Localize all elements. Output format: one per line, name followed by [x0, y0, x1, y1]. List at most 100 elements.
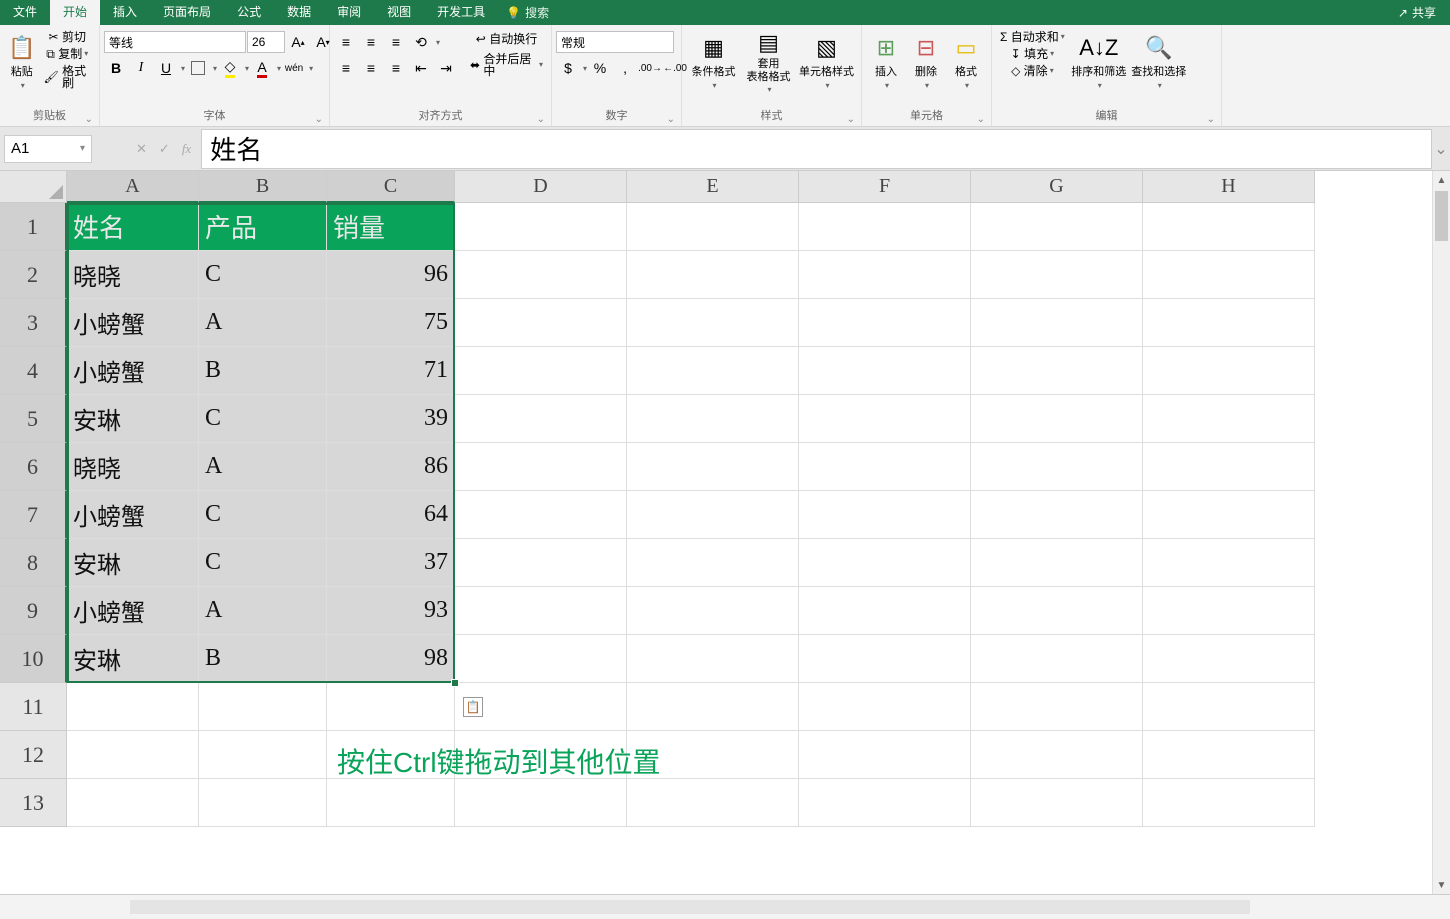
scroll-thumb[interactable] — [1435, 191, 1448, 241]
cell-D6[interactable] — [455, 443, 627, 491]
cell-A1[interactable]: 姓名 — [67, 203, 199, 251]
cell-E10[interactable] — [627, 635, 799, 683]
cell-F5[interactable] — [799, 395, 971, 443]
cell-F1[interactable] — [799, 203, 971, 251]
cell-G9[interactable] — [971, 587, 1143, 635]
vertical-scrollbar[interactable]: ▲ ▼ — [1432, 171, 1450, 894]
cell-F7[interactable] — [799, 491, 971, 539]
format-cells-button[interactable]: ▭格式▾ — [946, 27, 986, 97]
chevron-down-icon[interactable]: ▾ — [80, 143, 85, 154]
cell-G12[interactable] — [971, 731, 1143, 779]
accept-formula-button[interactable]: ✓ — [159, 141, 170, 157]
formula-bar[interactable]: 姓名 — [201, 129, 1432, 169]
cell-E6[interactable] — [627, 443, 799, 491]
cell-G1[interactable] — [971, 203, 1143, 251]
row-header-2[interactable]: 2 — [0, 251, 67, 299]
align-top-button[interactable]: ≡ — [334, 31, 358, 53]
cell-F13[interactable] — [799, 779, 971, 827]
cell-D3[interactable] — [455, 299, 627, 347]
cell-E11[interactable] — [627, 683, 799, 731]
tab-开始[interactable]: 开始 — [50, 0, 100, 25]
row-header-10[interactable]: 10 — [0, 635, 67, 683]
cell-F10[interactable] — [799, 635, 971, 683]
cell-D1[interactable] — [455, 203, 627, 251]
font-size-combo[interactable] — [247, 31, 285, 53]
row-header-9[interactable]: 9 — [0, 587, 67, 635]
cell-D8[interactable] — [455, 539, 627, 587]
cell-H12[interactable] — [1143, 731, 1315, 779]
increase-font-button[interactable]: A▴ — [286, 31, 310, 53]
tab-数据[interactable]: 数据 — [274, 0, 324, 25]
cell-A3[interactable]: 小螃蟹 — [67, 299, 199, 347]
cell-C10[interactable]: 98 — [327, 635, 455, 683]
cell-B9[interactable]: A — [199, 587, 327, 635]
cell-C8[interactable]: 37 — [327, 539, 455, 587]
cell-D10[interactable] — [455, 635, 627, 683]
cell-H3[interactable] — [1143, 299, 1315, 347]
align-left-button[interactable]: ≡ — [334, 57, 358, 79]
selection-fill-handle[interactable] — [451, 679, 459, 687]
cell-E4[interactable] — [627, 347, 799, 395]
sort-filter-button[interactable]: A↓Z排序和筛选▾ — [1069, 27, 1129, 97]
cell-F8[interactable] — [799, 539, 971, 587]
cell-E7[interactable] — [627, 491, 799, 539]
row-header-11[interactable]: 11 — [0, 683, 67, 731]
tab-文件[interactable]: 文件 — [0, 0, 50, 25]
increase-decimal-button[interactable]: .00→ — [638, 57, 662, 79]
cell-B8[interactable]: C — [199, 539, 327, 587]
cell-H1[interactable] — [1143, 203, 1315, 251]
indent-increase-button[interactable]: ⇥ — [434, 57, 458, 79]
tab-页面布局[interactable]: 页面布局 — [150, 0, 224, 25]
expand-formula-bar-button[interactable]: ⌄ — [1432, 139, 1450, 159]
cell-F2[interactable] — [799, 251, 971, 299]
horizontal-scrollbar[interactable] — [130, 900, 1250, 914]
copy-button[interactable]: ⧉ 复制▾ — [39, 46, 95, 62]
row-header-12[interactable]: 12 — [0, 731, 67, 779]
cell-B7[interactable]: C — [199, 491, 327, 539]
cell-G7[interactable] — [971, 491, 1143, 539]
tab-公式[interactable]: 公式 — [224, 0, 274, 25]
cell-E5[interactable] — [627, 395, 799, 443]
merge-center-button[interactable]: ⬌ 合并后居中▾ — [466, 51, 547, 79]
cell-E9[interactable] — [627, 587, 799, 635]
font-color-button[interactable]: A — [250, 57, 274, 79]
align-right-button[interactable]: ≡ — [384, 57, 408, 79]
cell-styles-button[interactable]: ▧单元格样式▾ — [796, 27, 857, 97]
cell-A2[interactable]: 晓晓 — [67, 251, 199, 299]
cell-C3[interactable]: 75 — [327, 299, 455, 347]
cell-B5[interactable]: C — [199, 395, 327, 443]
spreadsheet-grid[interactable]: ABCDEFGH 12345678910111213 姓名产品销量晓晓C96小螃… — [0, 171, 1450, 894]
row-header-13[interactable]: 13 — [0, 779, 67, 827]
cell-F4[interactable] — [799, 347, 971, 395]
cell-A7[interactable]: 小螃蟹 — [67, 491, 199, 539]
cancel-formula-button[interactable]: ✕ — [136, 141, 147, 157]
cell-F3[interactable] — [799, 299, 971, 347]
cell-D13[interactable] — [455, 779, 627, 827]
cell-B6[interactable]: A — [199, 443, 327, 491]
conditional-format-button[interactable]: ▦条件格式▾ — [686, 27, 741, 97]
cell-F11[interactable] — [799, 683, 971, 731]
cell-H6[interactable] — [1143, 443, 1315, 491]
cell-D2[interactable] — [455, 251, 627, 299]
italic-button[interactable]: I — [129, 57, 153, 79]
accounting-button[interactable]: $ — [556, 57, 580, 79]
cell-F6[interactable] — [799, 443, 971, 491]
cell-E1[interactable] — [627, 203, 799, 251]
table-format-button[interactable]: ▤套用 表格格式▾ — [741, 27, 796, 97]
cell-D5[interactable] — [455, 395, 627, 443]
scroll-down-arrow[interactable]: ▼ — [1433, 876, 1450, 894]
align-middle-button[interactable]: ≡ — [359, 31, 383, 53]
cell-C1[interactable]: 销量 — [327, 203, 455, 251]
row-header-7[interactable]: 7 — [0, 491, 67, 539]
col-header-H[interactable]: H — [1143, 171, 1315, 203]
cell-D7[interactable] — [455, 491, 627, 539]
cell-C2[interactable]: 96 — [327, 251, 455, 299]
row-header-4[interactable]: 4 — [0, 347, 67, 395]
row-header-5[interactable]: 5 — [0, 395, 67, 443]
font-name-combo[interactable] — [104, 31, 246, 53]
cell-D4[interactable] — [455, 347, 627, 395]
cell-H5[interactable] — [1143, 395, 1315, 443]
cell-G3[interactable] — [971, 299, 1143, 347]
col-header-E[interactable]: E — [627, 171, 799, 203]
tab-开发工具[interactable]: 开发工具 — [424, 0, 498, 25]
